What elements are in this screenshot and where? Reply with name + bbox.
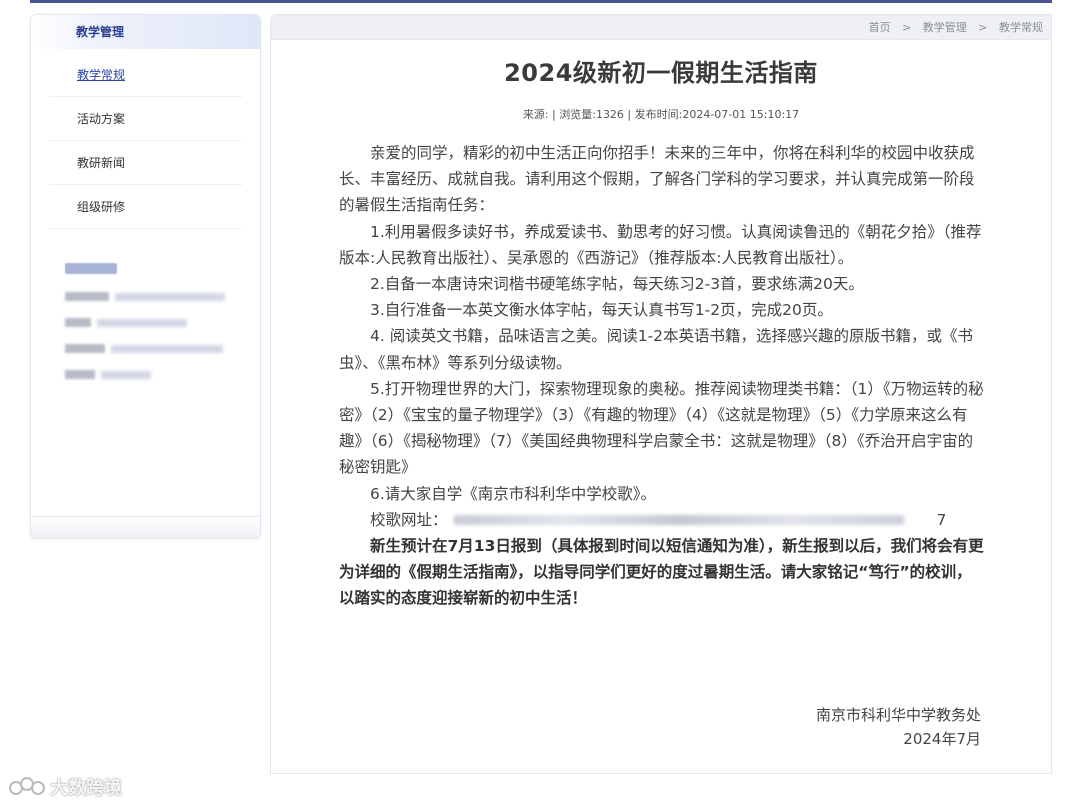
signature-block: 南京市科利华中学教务处 2024年7月 (816, 703, 981, 751)
sidebar-footer (31, 516, 260, 538)
school-song-url-tail: 7 (936, 510, 947, 529)
top-rule (30, 0, 1052, 3)
breadcrumb: 首页 > 教学管理 > 教学常规 (271, 15, 1051, 40)
blurred-value (111, 344, 223, 353)
contact-title-blurred (65, 263, 117, 274)
breadcrumb-separator: > (978, 21, 988, 34)
watermark: 大数跨境 (8, 774, 122, 800)
watermark-logo-icon (9, 777, 45, 795)
sidebar-item-research-news[interactable]: 教研新闻 (49, 141, 242, 185)
blurred-key (65, 292, 109, 301)
blurred-key (65, 344, 105, 353)
sidebar: 教学管理 教学常规 活动方案 教研新闻 组级研修 (30, 14, 261, 539)
blurred-value (97, 318, 187, 327)
task-item: 6.请大家自学《南京市科利华中学校歌》。 (370, 484, 657, 503)
school-song-url-row: 校歌网址： 7 (339, 507, 984, 533)
school-song-url-label: 校歌网址： (370, 510, 448, 529)
task-item: 2.自备一本唐诗宋词楷书硬笔练字帖，每天练习2-3首，要求练满20天。 (370, 275, 864, 294)
article-intro: 亲爱的同学，精彩的初中生活正向你招手！未来的三年中，你将在科利华的校园中收获成长… (339, 144, 975, 215)
article-title: 2024级新初一假期生活指南 (504, 59, 818, 87)
breadcrumb-teaching-management[interactable]: 教学管理 (923, 21, 967, 34)
sidebar-header: 教学管理 (31, 15, 260, 49)
signature-date: 2024年7月 (903, 730, 981, 748)
contact-line-blurred (65, 342, 260, 355)
sidebar-item-activity-plan[interactable]: 活动方案 (49, 97, 242, 141)
contact-line-blurred (65, 368, 260, 381)
article-body: 亲爱的同学，精彩的初中生活正向你招手！未来的三年中，你将在科利华的校园中收获成长… (339, 140, 984, 612)
breadcrumb-teaching-routine[interactable]: 教学常规 (999, 21, 1043, 34)
sidebar-item-teaching-routine[interactable]: 教学常规 (49, 53, 242, 97)
sidebar-item-group-training[interactable]: 组级研修 (49, 185, 242, 229)
breadcrumb-home[interactable]: 首页 (869, 21, 891, 34)
blurred-value (101, 370, 151, 379)
article-panel: 首页 > 教学管理 > 教学常规 2024级新初一假期生活指南 来源: | 浏览… (270, 14, 1052, 774)
blurred-key (65, 370, 95, 379)
task-item: 1.利用暑假多读好书，养成爱读书、勤思考的好习惯。认真阅读鲁迅的《朝花夕拾》（推… (339, 222, 982, 267)
task-item: 3.自行准备一本英文衡水体字帖，每天认真书写1-2页，完成20页。 (370, 301, 833, 320)
signature-org: 南京市科利华中学教务处 (815, 706, 981, 724)
article-meta: 来源: | 浏览量:1326 | 发布时间:2024-07-01 15:10:1… (522, 108, 800, 121)
blurred-value (115, 292, 225, 301)
sidebar-menu: 教学常规 活动方案 教研新闻 组级研修 (31, 53, 260, 229)
task-item: 4. 阅读英文书籍，品味语言之美。阅读1-2本英语书籍，选择感兴趣的原版书籍，或… (339, 327, 974, 372)
watermark-text: 大数跨境 (50, 778, 122, 799)
contact-line-blurred (65, 290, 260, 303)
breadcrumb-separator: > (902, 21, 912, 34)
contact-info-redacted (31, 263, 260, 381)
blurred-key (65, 318, 91, 327)
task-item: 5.打开物理世界的大门，探索物理现象的奥秘。推荐阅读物理类书籍：（1）《万物运转… (339, 379, 984, 477)
school-song-url-redacted[interactable] (453, 514, 904, 525)
registration-notice: 新生预计在7月13日报到（具体报到时间以短信通知为准），新生报到以后，我们将会有… (339, 537, 984, 608)
contact-line-blurred (65, 316, 260, 329)
